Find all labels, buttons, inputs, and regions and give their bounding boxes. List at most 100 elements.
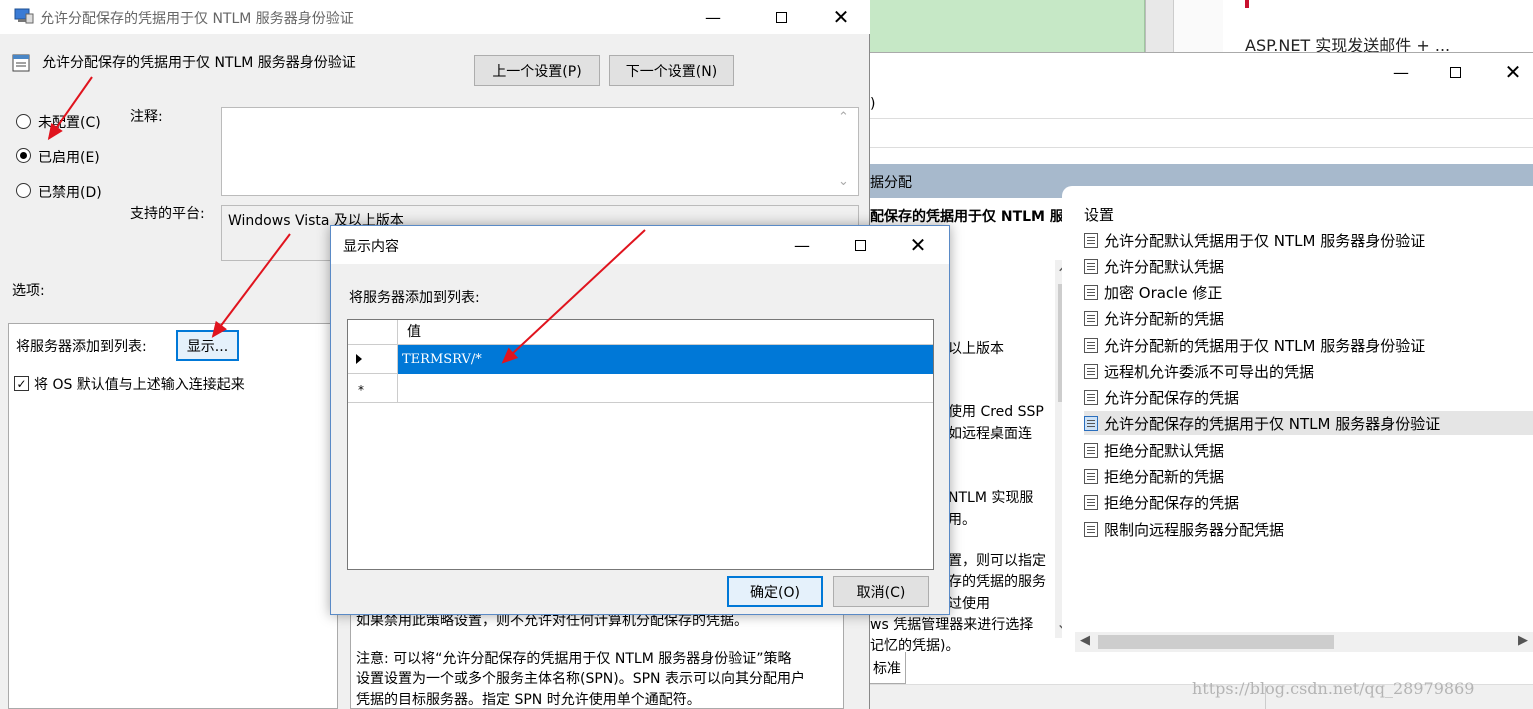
grid-column-header[interactable]: 值 xyxy=(398,320,933,345)
policy-item-icon xyxy=(1084,442,1098,458)
desc-line-5: 置，则可以指定 xyxy=(948,553,1046,569)
dialog-prompt: 将服务器添加到列表: xyxy=(349,290,480,306)
tab-standard[interactable]: 标准 xyxy=(868,652,906,684)
desc-line-7: 过使用 xyxy=(948,596,990,612)
comment-scroll-down-icon[interactable]: ⌄ xyxy=(838,174,849,189)
back-maximize-button[interactable] xyxy=(1432,57,1478,87)
policy-heading-icon xyxy=(12,54,30,72)
grid-corner xyxy=(348,320,398,345)
comment-label: 注释: xyxy=(130,109,163,125)
back-close-button[interactable]: ✕ xyxy=(1490,57,1533,87)
policy-item-icon xyxy=(1084,232,1098,248)
comment-textarea[interactable] xyxy=(221,107,859,196)
list-scroll-left-icon[interactable]: ◀ xyxy=(1080,633,1090,648)
dialog-title: 显示内容 xyxy=(343,239,399,255)
help-line-3: 设置设置为一个或多个服务主体名称(SPN)。SPN 表示可以向其分配用户 xyxy=(356,671,805,687)
ok-button[interactable]: 确定(O) xyxy=(727,576,823,607)
list-item[interactable]: 允许分配新的凭据 xyxy=(1084,306,1224,330)
grid-column-header-label: 值 xyxy=(407,324,421,340)
policy-window-title: 允许分配保存的凭据用于仅 NTLM 服务器身份验证 xyxy=(40,11,354,27)
policy-item-icon xyxy=(1084,258,1098,274)
app-icon xyxy=(14,8,34,24)
list-hscroll-thumb[interactable] xyxy=(1098,635,1334,649)
desc-line-0: 以上版本 xyxy=(948,341,1004,357)
policy-item-icon xyxy=(1084,468,1098,484)
list-item-label: 允许分配新的凭据 xyxy=(1104,309,1225,328)
list-item[interactable]: 远程机允许委派不可导出的凭据 xyxy=(1084,359,1314,383)
list-item-label: 远程机允许委派不可导出的凭据 xyxy=(1104,362,1315,381)
list-item-label: 限制向远程服务器分配凭据 xyxy=(1104,520,1285,539)
radio-not-configured[interactable] xyxy=(16,114,31,129)
policy-item-icon xyxy=(1084,389,1098,405)
list-item[interactable]: 拒绝分配默认凭据 xyxy=(1084,438,1224,462)
platform-label: 支持的平台: xyxy=(130,206,205,222)
radio-enabled[interactable] xyxy=(16,148,31,163)
list-scroll-right-icon[interactable]: ▶ xyxy=(1518,633,1528,648)
list-item[interactable]: 允许分配保存的凭据 xyxy=(1084,385,1239,409)
tab-standard-label: 标准 xyxy=(873,660,901,677)
policy-maximize-button[interactable] xyxy=(758,2,804,32)
radio-disabled-label[interactable]: 已禁用(D) xyxy=(38,182,102,202)
add-servers-label: 将服务器添加到列表: xyxy=(16,339,147,355)
list-item-label: 允许分配默认凭据 xyxy=(1104,257,1225,276)
desc-line-1: 使用 Cred SSP xyxy=(948,404,1044,420)
concat-checkbox[interactable]: ✓ xyxy=(14,376,29,391)
dialog-minimize-button[interactable]: — xyxy=(779,230,825,260)
back-toolbar xyxy=(870,118,1533,148)
desc-line-3: NTLM 实现服 xyxy=(948,490,1034,506)
policy-close-button[interactable]: ✕ xyxy=(818,2,864,32)
cancel-button-label: 取消(C) xyxy=(856,584,906,601)
show-button-label: 显示... xyxy=(186,338,229,355)
list-item-label: 加密 Oracle 修正 xyxy=(1104,283,1223,302)
policy-heading: 允许分配保存的凭据用于仅 NTLM 服务器身份验证 xyxy=(42,55,356,71)
list-item-selected[interactable]: 允许分配保存的凭据用于仅 NTLM 服务器身份验证 xyxy=(1084,411,1533,435)
grid-new-row-header[interactable]: * xyxy=(348,374,398,403)
new-row-marker: * xyxy=(358,383,364,397)
help-line-4: 凭据的目标服务器。指定 SPN 时允许使用单个通配符。 xyxy=(356,692,701,708)
options-label: 选项: xyxy=(12,283,45,299)
desc-line-6: 存的凭据的服务 xyxy=(948,574,1046,590)
next-setting-button[interactable]: 下一个设置(N) xyxy=(609,55,734,86)
radio-disabled[interactable] xyxy=(16,183,31,198)
dialog-close-button[interactable]: ✕ xyxy=(895,230,941,260)
policy-item-icon xyxy=(1084,494,1098,510)
prev-setting-button[interactable]: 上一个设置(P) xyxy=(474,55,600,86)
list-item-label: 拒绝分配新的凭据 xyxy=(1104,467,1225,486)
list-item-label: 允许分配保存的凭据 xyxy=(1104,388,1240,407)
list-item-label: 拒绝分配保存的凭据 xyxy=(1104,493,1240,512)
radio-enabled-label[interactable]: 已启用(E) xyxy=(38,147,100,167)
ok-button-label: 确定(O) xyxy=(750,584,800,601)
list-item[interactable]: 允许分配默认凭据用于仅 NTLM 服务器身份验证 xyxy=(1084,228,1425,252)
show-dialog: 显示内容 — ✕ 将服务器添加到列表: 值 TERMSRV/* * 确定(O) … xyxy=(330,225,950,615)
list-item-label: 拒绝分配默认凭据 xyxy=(1104,441,1225,460)
desc-line-2: 如远程桌面连 xyxy=(948,426,1032,442)
list-item-label: 允许分配默认凭据用于仅 NTLM 服务器身份验证 xyxy=(1104,231,1426,250)
comment-scroll-up-icon[interactable]: ⌃ xyxy=(838,110,849,125)
list-item[interactable]: 加密 Oracle 修正 xyxy=(1084,280,1222,304)
grid-cell-selected[interactable]: TERMSRV/* xyxy=(398,345,933,374)
cancel-button[interactable]: 取消(C) xyxy=(833,576,929,607)
concat-checkbox-label[interactable]: 将 OS 默认值与上述输入连接起来 xyxy=(34,374,245,394)
grid-row-header[interactable] xyxy=(348,345,398,374)
list-item-label: 允许分配保存的凭据用于仅 NTLM 服务器身份验证 xyxy=(1104,414,1441,433)
policy-minimize-button[interactable]: — xyxy=(690,2,736,32)
grid-new-row-cell[interactable] xyxy=(398,374,933,403)
desc-line-4: 用。 xyxy=(948,512,976,528)
list-item[interactable]: 拒绝分配保存的凭据 xyxy=(1084,490,1239,514)
desc-line-8: ws 凭据管理器来进行选择 xyxy=(870,617,1034,633)
list-header[interactable]: 设置 xyxy=(1084,204,1114,225)
back-minimize-button[interactable]: — xyxy=(1378,57,1424,87)
list-item[interactable]: 允许分配新的凭据用于仅 NTLM 服务器身份验证 xyxy=(1084,333,1425,357)
policy-item-icon xyxy=(1084,310,1098,326)
policy-item-icon xyxy=(1084,363,1098,379)
dialog-maximize-button[interactable] xyxy=(837,230,883,260)
list-item[interactable]: 允许分配默认凭据 xyxy=(1084,254,1224,278)
policy-item-icon xyxy=(1084,284,1098,300)
list-item[interactable]: 限制向远程服务器分配凭据 xyxy=(1084,517,1284,541)
back-menu-paren: ) xyxy=(870,96,876,112)
policy-item-icon xyxy=(1084,415,1098,431)
value-grid: 值 TERMSRV/* * xyxy=(347,319,934,570)
back-breadcrumb: 据分配 xyxy=(870,175,912,191)
strip-white xyxy=(1173,0,1223,52)
list-item[interactable]: 拒绝分配新的凭据 xyxy=(1084,464,1224,488)
